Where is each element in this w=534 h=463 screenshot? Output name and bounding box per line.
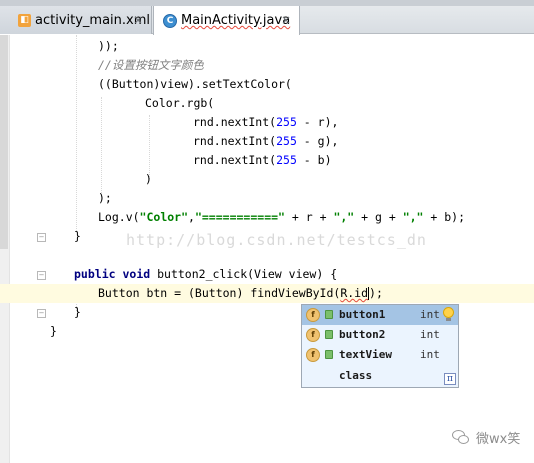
code-line: Log.v("Color","===========" + r + "," + … — [98, 210, 466, 224]
tab-activity-main-xml[interactable]: ◧ activity_main.xml × — [0, 6, 152, 34]
field-icon: f — [306, 348, 320, 362]
code-line: //设置按钮文字颜色 — [98, 58, 204, 72]
close-icon[interactable]: × — [133, 13, 143, 27]
completion-item-class[interactable]: class — [302, 366, 458, 386]
current-code-line: Button btn = (Button) findViewById(R.id)… — [0, 284, 534, 303]
close-icon[interactable]: × — [281, 13, 291, 27]
completion-item-button1[interactable]: f button1 int — [302, 305, 458, 325]
code-line: ); — [98, 191, 112, 205]
pi-icon[interactable]: π — [444, 373, 456, 385]
code-line: rnd.nextInt(255 - b) — [193, 153, 332, 167]
field-icon: f — [306, 308, 320, 322]
tab-main-activity-java[interactable]: C MainActivity.java × — [153, 6, 300, 35]
field-icon: f — [306, 328, 320, 342]
completion-item-button2[interactable]: f button2 int — [302, 325, 458, 345]
code-line: public void button2_click(View view) { — [74, 267, 338, 281]
code-line: rnd.nextInt(255 - g), — [193, 134, 339, 148]
lock-icon — [325, 310, 333, 319]
wechat-account-name: 微wx笑 — [476, 432, 521, 447]
lock-icon — [325, 350, 333, 359]
fold-marker-icon[interactable]: − — [37, 309, 46, 318]
code-line: )); — [98, 39, 119, 53]
editor-tab-bar: ◧ activity_main.xml × C MainActivity.jav… — [0, 0, 534, 35]
xml-file-icon: ◧ — [18, 13, 31, 27]
code-editor[interactable]: )); //设置按钮文字颜色 ((Button)view).setTextCol… — [0, 35, 534, 463]
code-line: rnd.nextInt(255 - r), — [193, 115, 339, 129]
code-line: ) — [145, 172, 152, 186]
lock-icon — [325, 330, 333, 339]
code-line: Color.rgb( — [145, 96, 215, 110]
tab-label: MainActivity.java — [181, 13, 291, 28]
code-line: ((Button)view).setTextColor( — [98, 77, 292, 91]
lightbulb-icon[interactable] — [443, 307, 454, 321]
code-completion-popup[interactable]: f button1 int f button2 int f textView i… — [301, 304, 459, 388]
wechat-watermark: 微wx笑 — [452, 428, 520, 447]
fold-marker-icon[interactable]: − — [37, 271, 46, 280]
wechat-icon — [452, 430, 470, 445]
java-class-icon: C — [163, 13, 177, 28]
completion-item-textview[interactable]: f textView int — [302, 345, 458, 365]
fold-marker-icon[interactable]: − — [37, 233, 46, 242]
watermark-url: http://blog.csdn.net/testcs_dn — [126, 231, 427, 249]
